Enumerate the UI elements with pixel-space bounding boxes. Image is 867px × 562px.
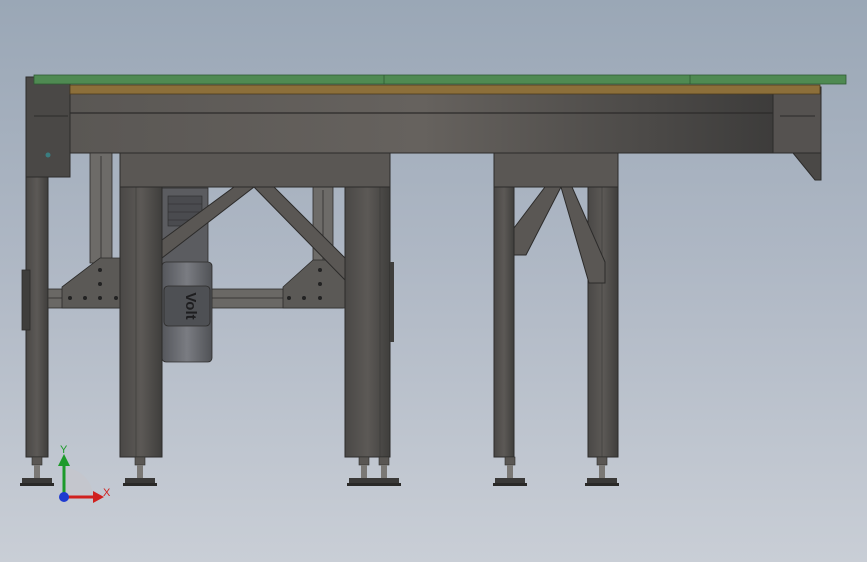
z-axis-dot xyxy=(59,492,69,502)
leveling-foot xyxy=(585,456,619,486)
bolt xyxy=(287,296,291,300)
triad-arc xyxy=(64,468,93,497)
leveling-foot xyxy=(123,456,157,486)
left-end-plate xyxy=(25,76,71,178)
end-plate-bolt xyxy=(45,152,51,158)
leveling-foot xyxy=(493,456,527,486)
bolt xyxy=(318,296,322,300)
bolt xyxy=(98,282,102,286)
conveyor-assembly[interactable]: Volt xyxy=(20,74,847,486)
bolt xyxy=(318,282,322,286)
gusset-plate-left xyxy=(61,257,123,309)
x-axis-label: X xyxy=(103,487,111,499)
bolt xyxy=(83,296,87,300)
brace-b-left xyxy=(513,186,562,256)
bolt xyxy=(318,268,322,272)
bolt xyxy=(302,296,306,300)
bolt xyxy=(98,296,102,300)
leg-b-top-beam xyxy=(493,152,619,188)
right-end-plate xyxy=(772,86,822,154)
motor-brand-label: Volt xyxy=(182,292,199,319)
leg-left-outer-side xyxy=(21,269,31,331)
side-frame-rail xyxy=(69,92,774,154)
conveyor-belt xyxy=(33,74,847,85)
support-frame-b xyxy=(493,152,619,458)
leg-b-left xyxy=(493,152,515,458)
leg-a-top-beam xyxy=(119,152,391,188)
bolt xyxy=(68,296,72,300)
y-axis-label: Y xyxy=(60,444,68,456)
leveling-foot xyxy=(20,456,54,486)
leg-a-left xyxy=(119,152,163,458)
leg-b-right xyxy=(587,152,619,458)
leg-a-right xyxy=(344,152,391,458)
coordinate-triad[interactable]: Y X xyxy=(58,444,111,503)
bolt xyxy=(114,296,118,300)
bolt xyxy=(98,268,102,272)
leveling-feet xyxy=(20,456,619,486)
wood-board xyxy=(69,84,821,95)
cad-viewport[interactable]: Volt Y X xyxy=(0,0,867,562)
right-bracket xyxy=(791,152,822,181)
leg-a-side-plate xyxy=(390,262,394,342)
leveling-foot xyxy=(367,456,401,486)
